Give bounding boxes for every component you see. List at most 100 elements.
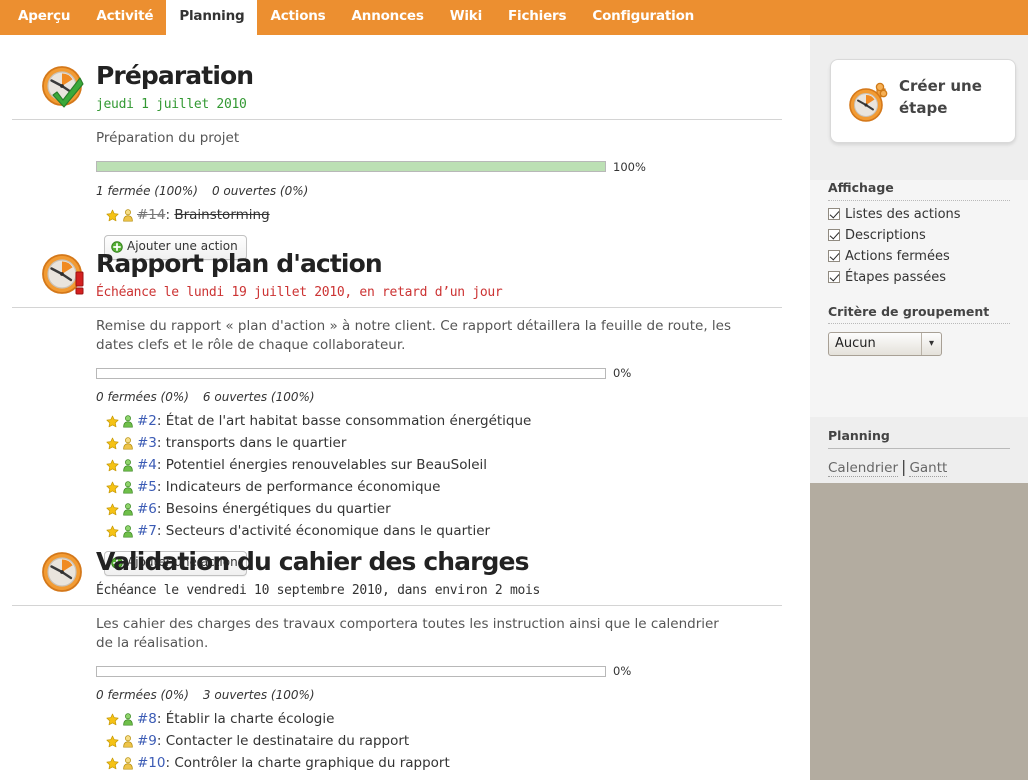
issue-id-link[interactable]: #4 — [137, 457, 157, 473]
main-navigation: Aperçu Activité Planning Actions Annonces Wik… — [0, 0, 1028, 35]
display-option-listes-des-actions[interactable]: Listes des actions — [828, 207, 1010, 222]
issue-id-link[interactable]: #2 — [137, 413, 157, 429]
issue-id-link[interactable]: #7 — [137, 523, 157, 539]
nav-tab-annonces[interactable]: Annonces — [339, 0, 437, 35]
issue-row: #3: transports dans le quartier — [96, 434, 740, 456]
milestone-due-date: Échéance le lundi 19 juillet 2010, en re… — [96, 285, 503, 300]
issue-subject-link[interactable]: Indicateurs de performance économique — [166, 479, 441, 495]
grouping-select-value: Aucun — [835, 336, 876, 352]
planning-links: Calendrier | Gantt — [828, 457, 1010, 477]
milestone-due-date: jeudi 1 juillet 2010 — [96, 97, 247, 112]
planning-links-heading: Planning — [828, 428, 1010, 449]
milestone-header: Validation du cahier des charges Échéance… — [96, 547, 810, 599]
issue-id-link[interactable]: #10 — [137, 755, 166, 771]
issue-colon: : — [156, 413, 166, 430]
issue-row: #9: Contacter le destinataire du rapport — [96, 732, 740, 754]
display-option--tapes-pass-es[interactable]: Étapes passées — [828, 270, 1010, 285]
display-option-descriptions[interactable]: Descriptions — [828, 228, 1010, 243]
milestone-description: Préparation du projet — [96, 130, 240, 146]
issue-id-link[interactable]: #8 — [137, 711, 157, 727]
issue-subject-link[interactable]: Secteurs d'activité économique dans le q… — [166, 523, 490, 539]
display-option-label: Actions fermées — [845, 248, 950, 264]
page-bottom-fill — [810, 483, 1028, 780]
sidebar: Créer une étape Affichage Listes des act… — [810, 35, 1028, 483]
progress-row: 0% — [96, 367, 740, 379]
star-icon — [106, 525, 119, 542]
nav-tab-wiki[interactable]: Wiki — [437, 0, 495, 35]
nav-tab-activit-[interactable]: Activité — [83, 0, 166, 35]
display-option-actions-ferm-es[interactable]: Actions fermées — [828, 249, 1010, 264]
issue-id-link[interactable]: #3 — [137, 435, 157, 451]
issue-row: #5: Indicateurs de performance économiqu… — [96, 478, 740, 500]
progress-percent-label: 0% — [613, 366, 632, 381]
milestone-header: Rapport plan d'action Échéance le lundi 1… — [96, 250, 810, 301]
closed-count: 0 fermées (0%) — [96, 688, 189, 703]
display-options-panel: Affichage Listes des actions Descriptions… — [810, 180, 1028, 417]
issue-counts: 0 fermées (0%) 3 ouvertes (100%) — [96, 688, 740, 702]
user-icon — [122, 437, 134, 454]
progress-bar — [96, 367, 606, 379]
issue-row: #2: État de l'art habitat basse consomma… — [96, 412, 740, 434]
star-icon — [106, 757, 119, 774]
milestone-divider — [12, 605, 782, 606]
issue-list: #2: État de l'art habitat basse consomma… — [96, 412, 740, 544]
chevron-updown-icon: ▾ — [921, 333, 941, 356]
issue-subject-link[interactable]: Brainstorming — [174, 207, 269, 223]
nav-tab-actions[interactable]: Actions — [257, 0, 338, 35]
issue-colon: : — [156, 435, 166, 452]
user-icon — [122, 459, 134, 476]
clock-check-icon — [38, 62, 86, 110]
checkbox[interactable] — [828, 270, 840, 283]
issue-subject-link[interactable]: Potentiel énergies renouvelables sur Bea… — [166, 457, 487, 473]
gantt-link[interactable]: Gantt — [909, 459, 948, 477]
progress-row: 100% — [96, 161, 740, 173]
milestone-body: Remise du rapport « plan d'action » à no… — [96, 317, 810, 577]
nav-tab-planning[interactable]: Planning — [166, 0, 258, 35]
progress-percent-label: 100% — [613, 159, 646, 174]
issue-subject-link[interactable]: Établir la charte écologie — [166, 711, 335, 727]
checkbox[interactable] — [828, 249, 840, 262]
create-milestone-button[interactable]: Créer une étape — [830, 59, 1016, 143]
progress-row: 0% — [96, 665, 740, 677]
nav-tab-aper-u[interactable]: Aperçu — [5, 0, 83, 35]
user-icon — [122, 503, 134, 520]
progress-bar — [96, 161, 606, 173]
issue-id-link[interactable]: #14 — [137, 207, 166, 223]
display-options-heading: Affichage — [828, 180, 1010, 201]
issue-id-link[interactable]: #6 — [137, 501, 157, 517]
issue-subject-link[interactable]: Contacter le destinataire du rapport — [166, 733, 409, 749]
grouping-select[interactable]: Aucun ▾ — [828, 332, 942, 357]
nav-tab-configuration[interactable]: Configuration — [579, 0, 707, 35]
star-icon — [106, 503, 119, 520]
create-milestone-label: Créer une étape — [899, 77, 982, 117]
user-icon — [122, 525, 134, 542]
star-icon — [106, 209, 119, 226]
issue-colon: : — [156, 523, 166, 540]
issue-subject-link[interactable]: Besoins énergétiques du quartier — [166, 501, 391, 517]
progress-bar — [96, 665, 606, 677]
issue-subject-link[interactable]: État de l'art habitat basse consommation… — [166, 413, 532, 429]
user-icon — [122, 415, 134, 432]
issue-colon: : — [156, 711, 166, 728]
issue-id-link[interactable]: #5 — [137, 479, 157, 495]
open-count: 0 ouvertes (0%) — [211, 183, 309, 198]
closed-count: 1 fermée (100%) — [96, 183, 198, 198]
closed-count: 0 fermées (0%) — [96, 390, 189, 405]
milestone-section: Validation du cahier des charges Échéance… — [0, 548, 810, 780]
issue-subject-link[interactable]: Contrôler la charte graphique du rapport — [174, 755, 449, 771]
star-icon — [106, 415, 119, 432]
issue-id-link[interactable]: #9 — [137, 733, 157, 749]
checkbox[interactable] — [828, 207, 840, 220]
star-icon — [106, 735, 119, 752]
calendar-link[interactable]: Calendrier — [828, 459, 899, 477]
nav-tab-fichiers[interactable]: Fichiers — [495, 0, 579, 35]
clock-alert-icon — [38, 250, 86, 298]
issue-counts: 1 fermée (100%) 0 ouvertes (0%) — [96, 184, 740, 198]
display-option-label: Descriptions — [845, 227, 926, 243]
issue-subject-link[interactable]: transports dans le quartier — [166, 435, 347, 451]
checkbox[interactable] — [828, 228, 840, 241]
issue-colon: : — [156, 457, 166, 474]
milestone-header: Préparation jeudi 1 juillet 2010 — [96, 62, 810, 113]
star-icon — [106, 481, 119, 498]
milestone-title: Validation du cahier des charges — [96, 547, 529, 576]
